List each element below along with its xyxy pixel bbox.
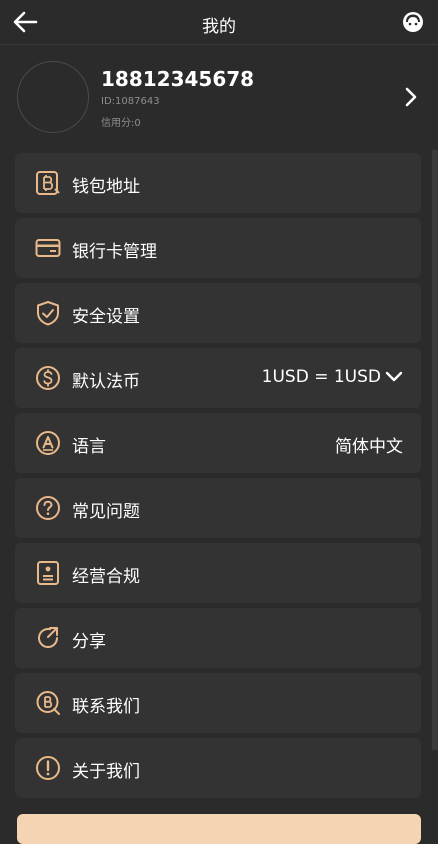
user-phone: 18812345678	[101, 67, 255, 91]
contact-icon	[36, 691, 60, 715]
menu-item-label: 经营合规	[72, 567, 140, 587]
menu-item-default-currency[interactable]: 默认法币 1USD = 1USD	[15, 348, 421, 408]
menu-item-compliance[interactable]: 经营合规	[15, 543, 421, 603]
customer-service-icon[interactable]	[402, 11, 424, 33]
menu-item-language[interactable]: 语言 简体中文	[15, 413, 421, 473]
user-id: ID:1087643	[101, 96, 160, 107]
language-value: 简体中文	[335, 437, 403, 457]
menu-item-faq[interactable]: 常见问题	[15, 478, 421, 538]
menu-item-label: 常见问题	[72, 502, 140, 522]
dollar-coin-icon	[36, 366, 60, 390]
page-title: 我的	[202, 17, 236, 37]
top-bar: 我的	[0, 0, 438, 45]
menu-item-wallet-address[interactable]: 钱包地址	[15, 153, 421, 213]
menu-item-about[interactable]: 关于我们	[15, 738, 421, 798]
menu-item-label: 关于我们	[72, 762, 140, 782]
info-icon	[36, 756, 60, 780]
bottom-action-button[interactable]	[17, 814, 421, 844]
chevron-right-icon[interactable]	[404, 86, 418, 108]
shield-icon	[37, 301, 59, 326]
menu-item-label: 安全设置	[72, 307, 140, 327]
menu-item-label: 语言	[72, 437, 106, 457]
menu-list: 钱包地址 银行卡管理 安全设置 默认法币 1USD = 1USD 语言 简体中文…	[15, 153, 421, 803]
currency-value: 1USD = 1USD	[261, 367, 381, 387]
menu-item-label: 钱包地址	[72, 177, 140, 197]
bank-card-icon	[35, 239, 61, 257]
share-icon	[38, 627, 58, 648]
credit-score: 信用分:0	[101, 118, 141, 129]
menu-item-contact[interactable]: 联系我们	[15, 673, 421, 733]
bitcoin-wallet-icon	[36, 171, 60, 195]
scrollbar[interactable]	[432, 150, 438, 750]
question-icon	[36, 496, 60, 520]
menu-item-security[interactable]: 安全设置	[15, 283, 421, 343]
menu-item-label: 分享	[72, 632, 106, 652]
menu-item-share[interactable]: 分享	[15, 608, 421, 668]
menu-item-label: 联系我们	[72, 697, 140, 717]
profile-card[interactable]: 18812345678 ID:1087643 信用分:0	[0, 45, 438, 149]
menu-item-bank-card[interactable]: 银行卡管理	[15, 218, 421, 278]
chevron-down-icon[interactable]	[385, 370, 403, 384]
menu-item-label: 默认法币	[72, 372, 140, 392]
compliance-icon	[37, 561, 59, 585]
avatar[interactable]	[17, 61, 89, 133]
language-icon	[36, 431, 60, 455]
menu-item-label: 银行卡管理	[72, 242, 157, 262]
